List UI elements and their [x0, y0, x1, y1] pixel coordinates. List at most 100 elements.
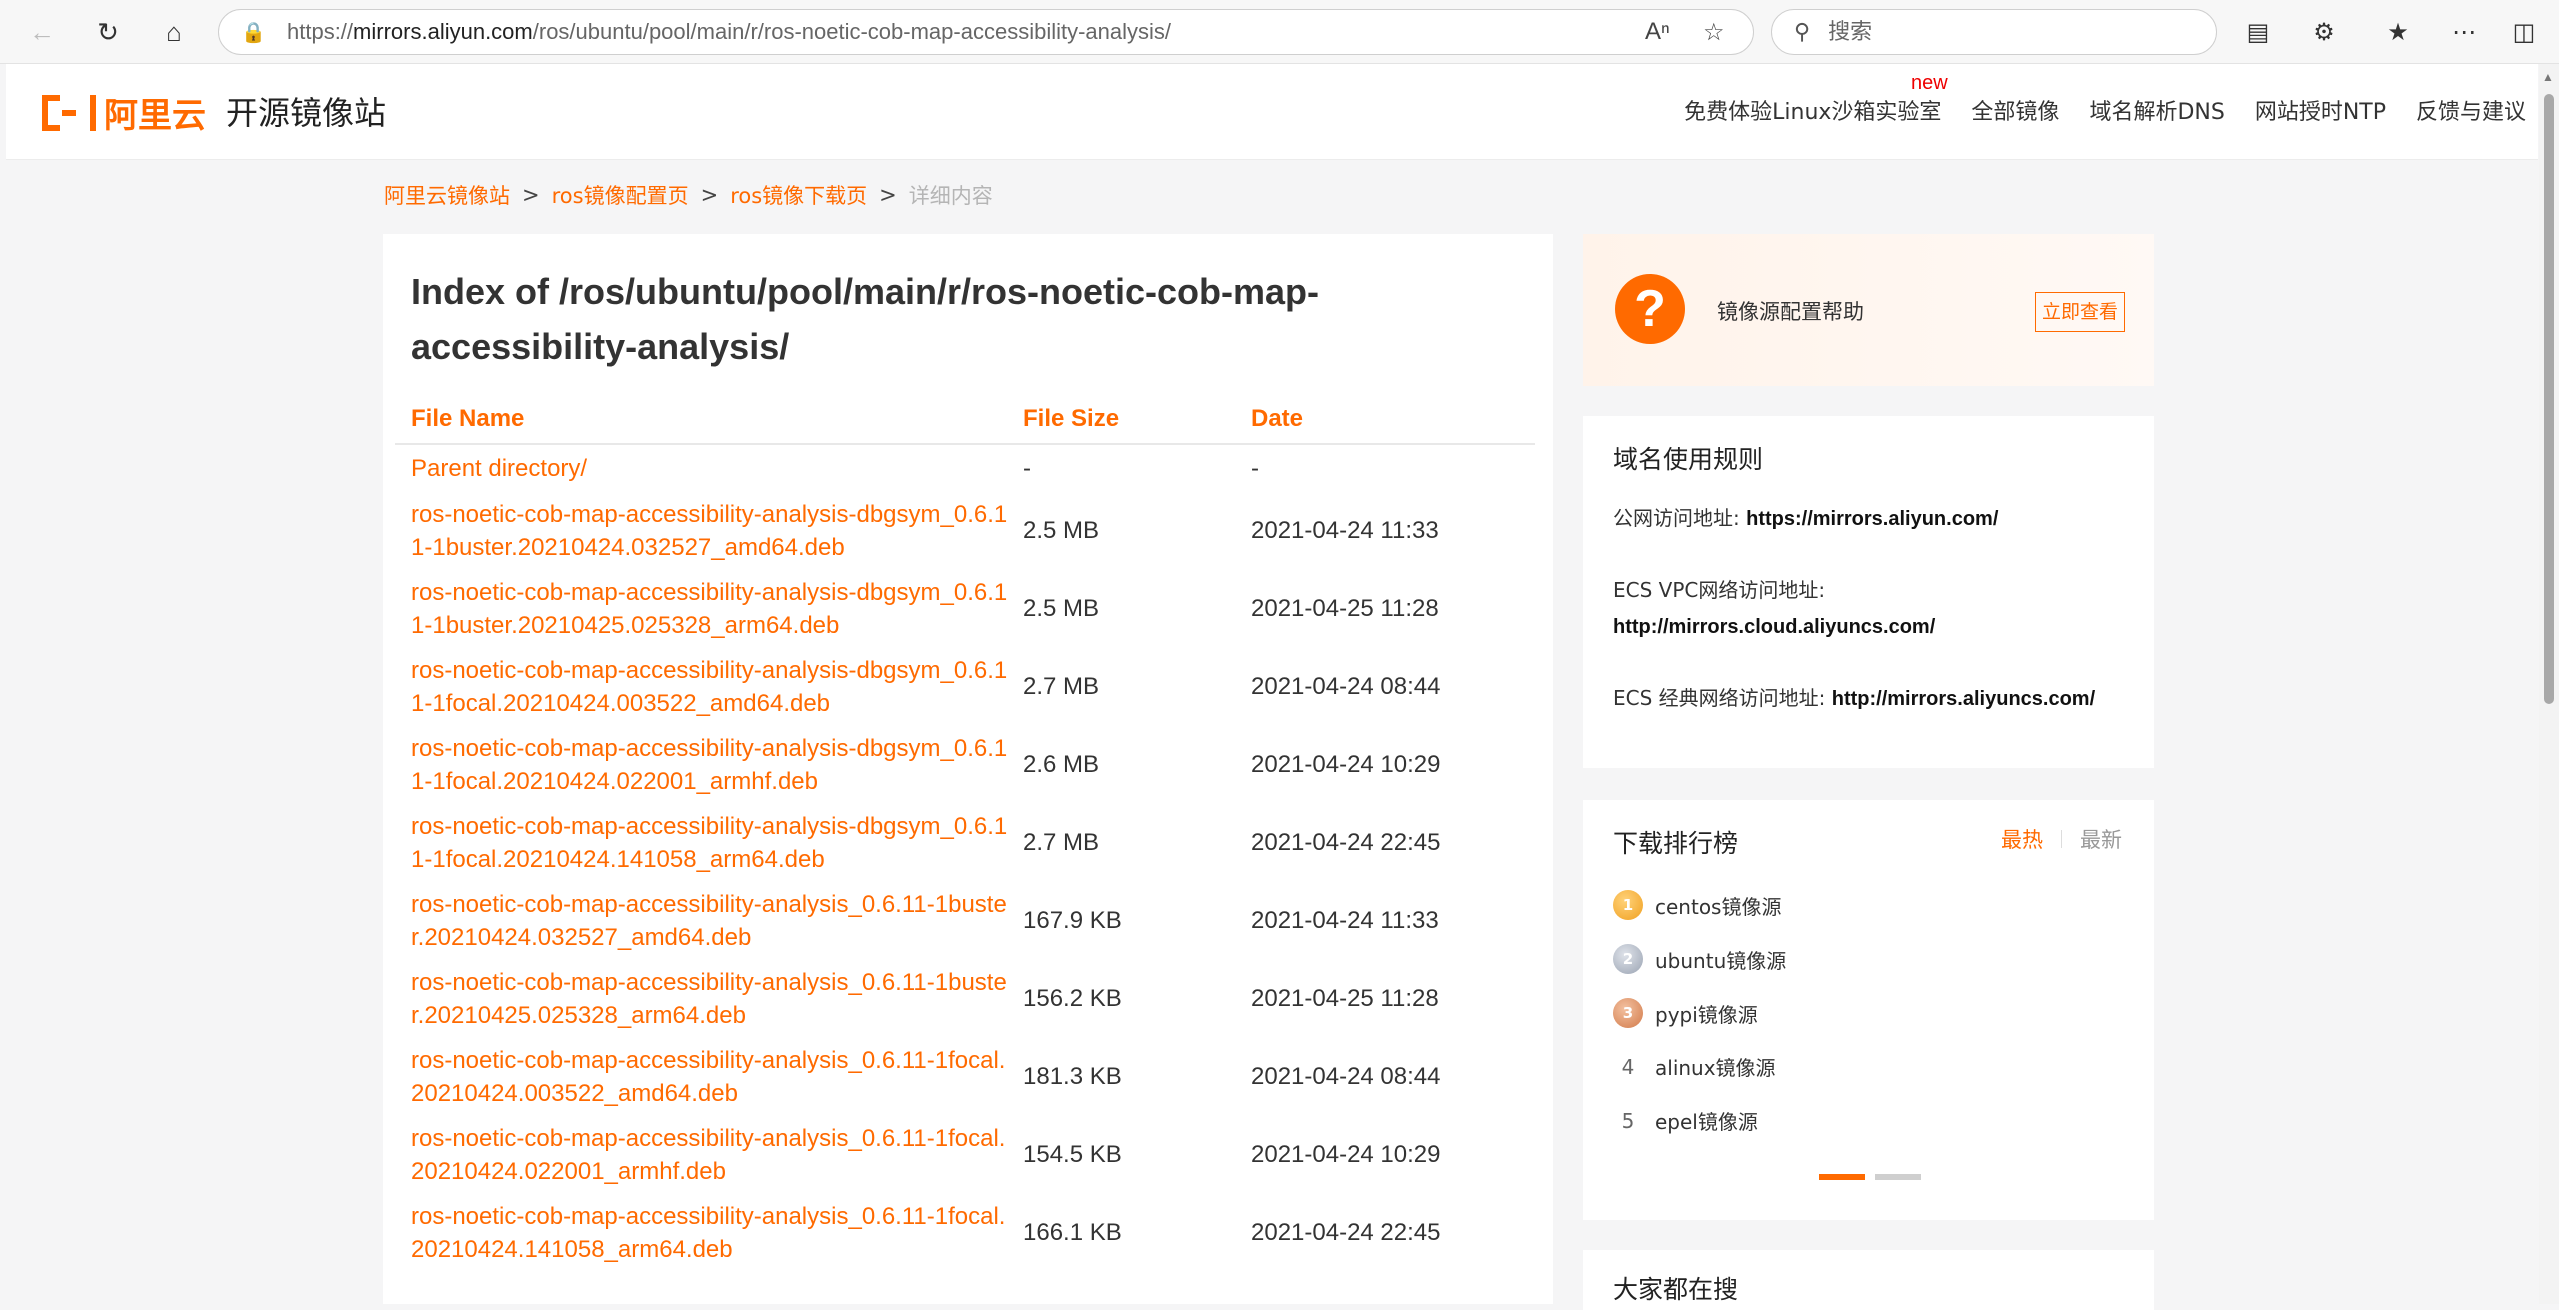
ranking-item-label: pypi镜像源	[1655, 1002, 1758, 1027]
file-link[interactable]: ros-noetic-cob-map-accessibility-analysi…	[411, 576, 1011, 642]
pager-dot-active[interactable]	[1819, 1174, 1865, 1180]
public-address-line: 公网访问地址: https://mirrors.aliyun.com/	[1613, 500, 2133, 537]
column-date: Date	[1251, 394, 1535, 445]
file-date: 2021-04-24 10:29	[1251, 751, 1441, 778]
file-table: File Name File Size Date Parent director…	[395, 394, 1535, 1272]
breadcrumb-current: 详细内容	[908, 184, 993, 208]
ranking-tabs: 最热 最新	[2001, 824, 2122, 854]
ranking-item-label: epel镜像源	[1655, 1110, 1758, 1134]
file-date: -	[1251, 454, 1259, 482]
tab-divider	[2061, 830, 2062, 848]
file-link[interactable]: ros-noetic-cob-map-accessibility-analysi…	[411, 498, 1011, 564]
hot-search-title: 大家都在搜	[1613, 1275, 1739, 1304]
breadcrumb: 阿里云镜像站 > ros镜像配置页 > ros镜像下载页 > 详细内容	[384, 180, 993, 210]
page-title: Index of /ros/ubuntu/pool/main/r/ros-noe…	[411, 271, 1319, 367]
browser-toolbar: ← ↻ ⌂ 🔒 https://mirrors.aliyun.com/ros/u…	[0, 0, 2559, 64]
file-size: 154.5 KB	[1023, 1141, 1122, 1168]
file-date: 2021-04-24 11:33	[1251, 517, 1439, 544]
help-text: 镜像源配置帮助	[1717, 300, 1864, 324]
hot-search-card: 大家都在搜	[1583, 1250, 2154, 1310]
file-size: 2.6 MB	[1023, 751, 1100, 778]
browser-search-input[interactable]	[1828, 19, 2189, 45]
table-row: ros-noetic-cob-map-accessibility-analysi…	[395, 960, 1535, 1038]
search-icon: ⚲	[1794, 19, 1811, 44]
table-row: ros-noetic-cob-map-accessibility-analysi…	[395, 726, 1535, 804]
reading-mode-icon[interactable]: ▤	[2240, 16, 2276, 48]
refresh-icon[interactable]: ↻	[88, 14, 128, 50]
file-link[interactable]: ros-noetic-cob-map-accessibility-analysi…	[411, 810, 1011, 876]
classic-address-line: ECS 经典网络访问地址: http://mirrors.aliyuncs.co…	[1613, 680, 2133, 717]
nav-feedback[interactable]: 反馈与建议	[2416, 94, 2526, 126]
ranking-item[interactable]: 2 ubuntu镜像源	[1613, 944, 1786, 974]
file-size: 181.3 KB	[1023, 1063, 1122, 1090]
file-size: 2.5 MB	[1023, 517, 1100, 544]
file-date: 2021-04-24 22:45	[1251, 829, 1441, 856]
ranking-pager	[1819, 1174, 1931, 1180]
silver-medal-icon: 2	[1613, 944, 1643, 974]
rank-number: 4	[1621, 1054, 1635, 1079]
file-size: 2.7 MB	[1023, 673, 1100, 700]
home-icon[interactable]: ⌂	[154, 14, 194, 50]
bronze-medal-icon: 3	[1613, 998, 1643, 1028]
extensions-icon[interactable]: ⚙	[2306, 16, 2342, 48]
mirror-help-card: ? 镜像源配置帮助 立即查看	[1583, 234, 2154, 386]
tab-newest[interactable]: 最新	[2080, 824, 2122, 854]
table-row: ros-noetic-cob-map-accessibility-analysi…	[395, 1038, 1535, 1116]
tab-hottest[interactable]: 最热	[2001, 824, 2043, 854]
file-link[interactable]: ros-noetic-cob-map-accessibility-analysi…	[411, 1200, 1011, 1266]
aliyun-logo[interactable]: 阿里云	[42, 88, 206, 137]
classic-address-url: http://mirrors.aliyuncs.com/	[1831, 688, 2096, 710]
lock-icon[interactable]: 🔒	[241, 20, 266, 45]
sidebar-icon[interactable]: ◫	[2506, 16, 2542, 48]
scroll-up-arrow-icon[interactable]: ▲	[2542, 70, 2554, 84]
nav-all-mirrors[interactable]: 全部镜像	[1971, 94, 2059, 126]
file-link[interactable]: ros-noetic-cob-map-accessibility-analysi…	[411, 1044, 1011, 1110]
file-link[interactable]: ros-noetic-cob-map-accessibility-analysi…	[411, 1122, 1011, 1188]
ranking-item[interactable]: 4 alinux镜像源	[1613, 1052, 1776, 1081]
table-header-row: File Name File Size Date	[395, 394, 1535, 445]
file-date: 2021-04-24 22:45	[1251, 1219, 1441, 1246]
site-header: 阿里云 开源镜像站 new 免费体验Linux沙箱实验室 全部镜像 域名解析DN…	[6, 64, 2538, 160]
vpc-address-line: ECS VPC网络访问地址: http://mirrors.cloud.aliy…	[1613, 572, 2133, 645]
favorite-star-icon[interactable]: ☆	[1703, 18, 1725, 47]
site-title: 开源镜像站	[226, 94, 387, 132]
file-link[interactable]: ros-noetic-cob-map-accessibility-analysi…	[411, 732, 1011, 798]
nav-ntp[interactable]: 网站授时NTP	[2255, 94, 2386, 126]
page-scrollbar[interactable]: ▲	[2539, 64, 2559, 1304]
breadcrumb-mirror-home[interactable]: 阿里云镜像站	[384, 180, 510, 210]
url-text[interactable]: https://mirrors.aliyun.com/ros/ubuntu/po…	[287, 19, 1171, 45]
breadcrumb-ros-download[interactable]: ros镜像下载页	[730, 180, 867, 210]
public-address-url: https://mirrors.aliyun.com/	[1746, 508, 1999, 530]
file-date: 2021-04-25 11:28	[1251, 595, 1439, 622]
parent-directory-link[interactable]: Parent directory/	[411, 452, 1011, 485]
breadcrumb-ros-config[interactable]: ros镜像配置页	[552, 180, 689, 210]
pager-dot[interactable]	[1875, 1174, 1921, 1180]
ranking-item-label: alinux镜像源	[1655, 1056, 1776, 1080]
nav-linux-sandbox-lab[interactable]: 免费体验Linux沙箱实验室	[1684, 94, 1941, 126]
ranking-item[interactable]: 1 centos镜像源	[1613, 890, 1781, 920]
file-link[interactable]: ros-noetic-cob-map-accessibility-analysi…	[411, 654, 1011, 720]
browser-search-box[interactable]: ⚲	[1771, 9, 2217, 55]
read-aloud-icon[interactable]: Aⁿ	[1645, 18, 1670, 46]
back-arrow-icon[interactable]: ←	[22, 14, 62, 50]
breadcrumb-separator: >	[522, 183, 540, 207]
favorites-icon[interactable]: ★	[2380, 16, 2416, 48]
gold-medal-icon: 1	[1613, 890, 1643, 920]
ranking-item[interactable]: 3 pypi镜像源	[1613, 998, 1758, 1028]
file-link[interactable]: ros-noetic-cob-map-accessibility-analysi…	[411, 888, 1011, 954]
domain-rules-card: 域名使用规则 公网访问地址: https://mirrors.aliyun.co…	[1583, 416, 2154, 768]
scrollbar-thumb[interactable]	[2544, 94, 2554, 704]
file-size: 2.5 MB	[1023, 595, 1100, 622]
file-link[interactable]: ros-noetic-cob-map-accessibility-analysi…	[411, 966, 1011, 1032]
file-size: 166.1 KB	[1023, 1219, 1122, 1246]
nav-dns[interactable]: 域名解析DNS	[2089, 94, 2224, 126]
more-icon[interactable]: ⋯	[2446, 16, 2482, 48]
file-date: 2021-04-24 08:44	[1251, 673, 1441, 700]
view-now-button[interactable]: 立即查看	[2035, 292, 2125, 332]
ranking-item[interactable]: 5 epel镜像源	[1613, 1106, 1758, 1135]
address-bar[interactable]: 🔒 https://mirrors.aliyun.com/ros/ubuntu/…	[218, 9, 1754, 55]
aliyun-logo-icon	[42, 94, 96, 131]
domain-rules-title: 域名使用规则	[1613, 445, 1764, 474]
table-row: ros-noetic-cob-map-accessibility-analysi…	[395, 804, 1535, 882]
file-size: 167.9 KB	[1023, 907, 1122, 934]
